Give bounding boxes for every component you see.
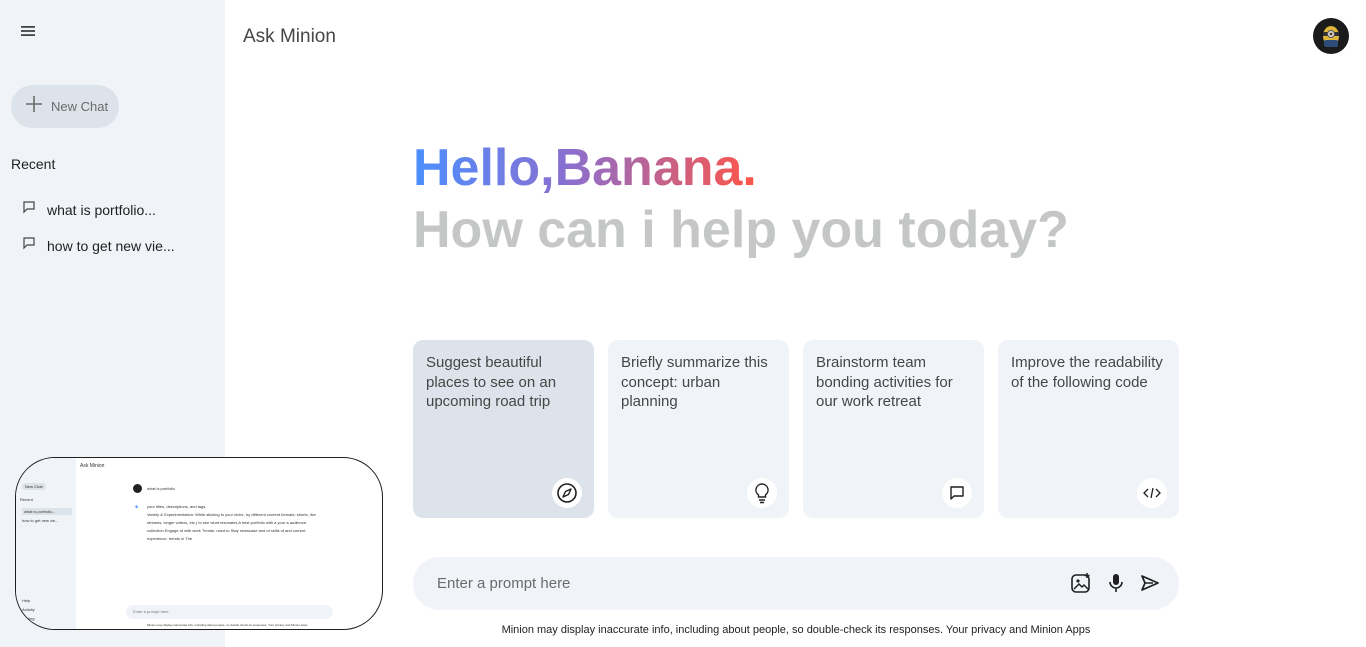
app-title: Ask Minion: [243, 26, 336, 47]
thumbnail-new-chat: New Chat: [22, 483, 46, 490]
suggestion-card[interactable]: Improve the readability of the following…: [998, 340, 1179, 518]
thumbnail-answer-line: your titles, descriptions, and tags.: [147, 504, 207, 509]
new-chat-label: New Chat: [51, 99, 109, 114]
thumbnail-answer-line: streams, longer videos, etc.) to see wha…: [147, 520, 308, 525]
new-chat-button[interactable]: New Chat: [11, 85, 119, 128]
suggestion-card-text: Improve the readability of the following…: [1011, 354, 1163, 391]
send-icon[interactable]: [1138, 571, 1162, 595]
thumbnail-avatar: [133, 484, 142, 493]
sparkle-icon: ✦: [134, 505, 140, 511]
menu-icon[interactable]: [19, 22, 39, 40]
recent-item-label: how to get new vie...: [47, 237, 175, 254]
message-icon: [22, 236, 36, 255]
thumbnail-recent-item: how to get new vie...: [22, 518, 59, 523]
thumbnail-recent: Recent: [20, 497, 33, 502]
greeting-hello: Hello,Banana.: [413, 139, 757, 197]
bulb-icon: [747, 478, 777, 508]
thumbnail-question: what is portfolio: [147, 486, 175, 491]
prompt-bar: [413, 557, 1179, 610]
compass-icon: [552, 478, 582, 508]
thumbnail-prompt: Enter a prompt here: [126, 605, 333, 619]
greeting-subtitle: How can i help you today?: [413, 201, 1069, 259]
thumbnail-title: Ask Minion: [80, 463, 105, 469]
thumbnail-footer: Minion may display inaccurate info, incl…: [147, 623, 308, 627]
screenshot-thumbnail[interactable]: Ask Minion New Chat Recent what is portf…: [15, 457, 383, 630]
recent-item[interactable]: how to get new vie...: [22, 236, 175, 255]
message-icon: [942, 478, 972, 508]
thumbnail-answer-line: collection Engage of with work Trends: u…: [147, 528, 306, 533]
code-icon: [1137, 478, 1167, 508]
suggestion-card-text: Briefly summarize this concept: urban pl…: [621, 354, 768, 410]
suggestion-card[interactable]: Suggest beautiful places to see on an up…: [413, 340, 594, 518]
recent-heading: Recent: [11, 156, 56, 172]
suggestion-card[interactable]: Briefly summarize this concept: urban pl…: [608, 340, 789, 518]
thumbnail-answer-line: experience. trends in The: [147, 536, 193, 541]
disclaimer-footer: Minion may display inaccurate info, incl…: [501, 624, 1091, 636]
prompt-input[interactable]: [437, 571, 1037, 596]
recent-item[interactable]: what is portfolio...: [22, 200, 156, 219]
image-upload-icon[interactable]: [1069, 571, 1093, 595]
recent-item-label: what is portfolio...: [47, 201, 156, 218]
suggestion-card-text: Brainstorm team bonding activities for o…: [816, 354, 953, 410]
suggestion-card-text: Suggest beautiful places to see on an up…: [426, 354, 557, 410]
plus-icon: [25, 95, 43, 118]
thumbnail-nav-help: Help: [22, 598, 31, 603]
user-avatar[interactable]: [1313, 18, 1349, 54]
suggestion-card[interactable]: Brainstorm team bonding activities for o…: [803, 340, 984, 518]
message-icon: [22, 200, 36, 219]
avatar-icon: [1323, 26, 1339, 47]
thumbnail-prompt-placeholder: Enter a prompt here: [133, 609, 169, 614]
thumbnail-nav-setting: Setting: [22, 616, 35, 621]
thumbnail-answer-line: Variety & Experimentation: While stickin…: [147, 512, 316, 517]
microphone-icon[interactable]: [1104, 571, 1128, 595]
thumbnail-nav-activity: Activity: [22, 607, 35, 612]
thumbnail-recent-item: what is portfolio...: [22, 508, 72, 515]
